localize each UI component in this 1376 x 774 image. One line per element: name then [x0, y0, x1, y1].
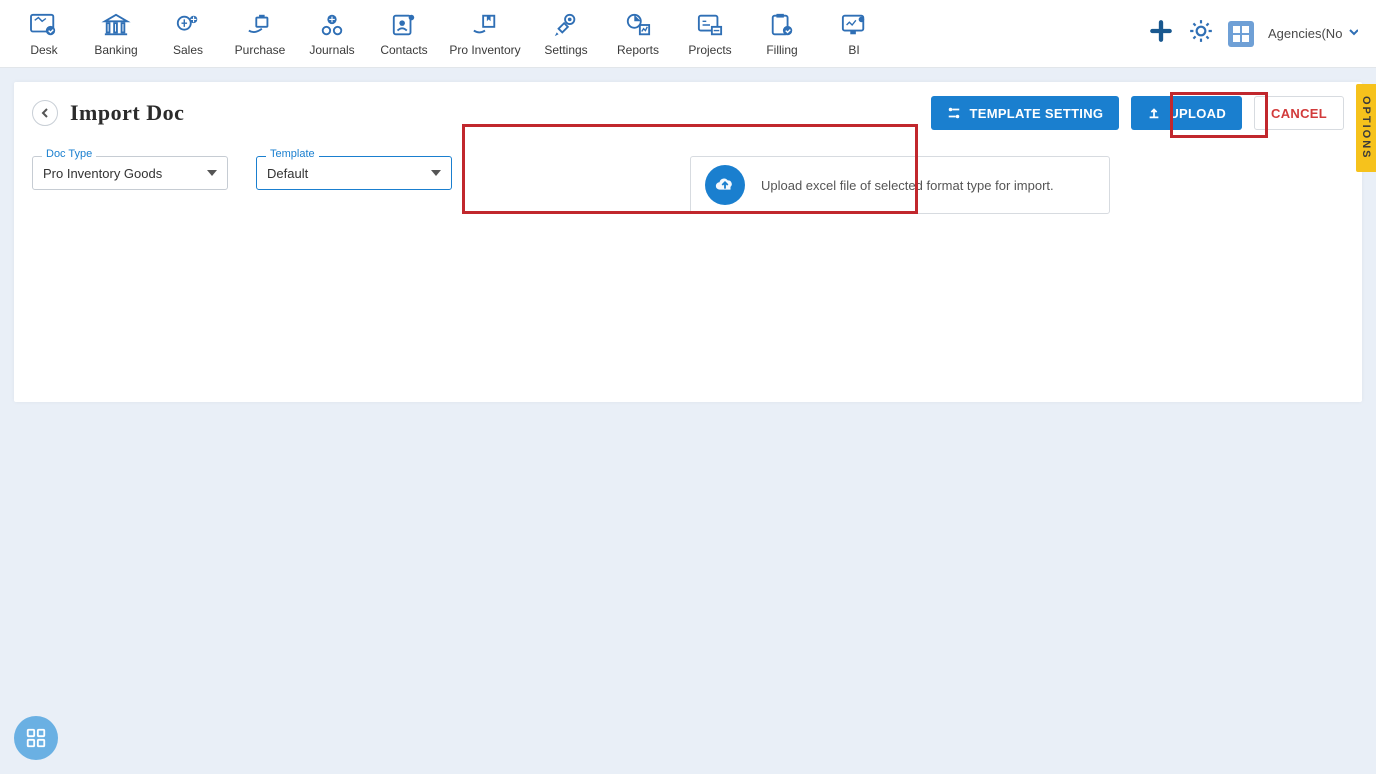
- caret-down-icon: [207, 170, 217, 176]
- chevron-down-icon: [1348, 26, 1358, 41]
- options-tab[interactable]: OPTIONS: [1356, 84, 1376, 172]
- field-label: Template: [266, 148, 319, 160]
- filling-icon: [766, 11, 798, 39]
- sliders-icon: [947, 106, 961, 120]
- nav-item-sales[interactable]: Sales: [152, 5, 224, 63]
- nav-label: Journals: [309, 43, 354, 57]
- nav-label: Reports: [617, 43, 659, 57]
- field-value: Pro Inventory Goods: [43, 166, 162, 181]
- button-label: CANCEL: [1271, 106, 1327, 121]
- purchase-icon: [244, 11, 276, 39]
- bank-icon: [100, 11, 132, 39]
- nav-label: Filling: [766, 43, 797, 57]
- nav-item-banking[interactable]: Banking: [80, 5, 152, 63]
- nav-label: Desk: [30, 43, 57, 57]
- nav-item-bi[interactable]: BI: [818, 5, 890, 63]
- nav-label: Contacts: [380, 43, 427, 57]
- nav-item-pro-inventory[interactable]: Pro Inventory: [440, 5, 530, 63]
- nav-item-purchase[interactable]: Purchase: [224, 5, 296, 63]
- contacts-icon: [388, 11, 420, 39]
- top-navigation: Desk Banking Sales Purchase Journals: [0, 0, 1376, 68]
- org-name: Agencies(No: [1268, 26, 1342, 41]
- nav-label: Purchase: [235, 43, 286, 57]
- options-label: OPTIONS: [1360, 96, 1372, 160]
- add-button[interactable]: [1148, 18, 1174, 49]
- calculator-button[interactable]: [1228, 21, 1254, 47]
- caret-down-icon: [431, 170, 441, 176]
- inventory-icon: [469, 11, 501, 39]
- nav-item-contacts[interactable]: Contacts: [368, 5, 440, 63]
- nav-item-desk[interactable]: Desk: [8, 5, 80, 63]
- reports-icon: [622, 11, 654, 39]
- field-label: Doc Type: [42, 148, 96, 160]
- upload-dropzone[interactable]: Upload excel file of selected format typ…: [690, 156, 1110, 214]
- projects-icon: [694, 11, 726, 39]
- main-card: Import Doc TEMPLATE SETTING UPLOAD CANCE…: [14, 82, 1362, 402]
- settings-icon: [550, 11, 582, 39]
- field-value: Default: [267, 166, 308, 181]
- doc-type-field[interactable]: Doc Type Pro Inventory Goods: [32, 156, 228, 190]
- desk-icon: [28, 11, 60, 39]
- upload-icon: [1147, 106, 1161, 120]
- nav-label: Projects: [688, 43, 731, 57]
- nav-items: Desk Banking Sales Purchase Journals: [8, 5, 890, 63]
- cloud-upload-icon: [705, 165, 745, 205]
- upload-button[interactable]: UPLOAD: [1131, 96, 1242, 130]
- nav-item-settings[interactable]: Settings: [530, 5, 602, 63]
- nav-item-reports[interactable]: Reports: [602, 5, 674, 63]
- cancel-button[interactable]: CANCEL: [1254, 96, 1344, 130]
- nav-right: Agencies(No: [1148, 18, 1368, 49]
- bi-icon: [838, 11, 870, 39]
- nav-label: BI: [848, 43, 859, 57]
- back-button[interactable]: [32, 100, 58, 126]
- page-title: Import Doc: [70, 100, 184, 126]
- upload-message: Upload excel file of selected format typ…: [761, 178, 1054, 193]
- sales-icon: [172, 11, 204, 39]
- template-field[interactable]: Template Default: [256, 156, 452, 190]
- nav-label: Settings: [544, 43, 587, 57]
- settings-button[interactable]: [1188, 18, 1214, 49]
- nav-item-projects[interactable]: Projects: [674, 5, 746, 63]
- button-label: UPLOAD: [1169, 106, 1226, 121]
- nav-label: Banking: [94, 43, 137, 57]
- button-label: TEMPLATE SETTING: [969, 106, 1103, 121]
- nav-item-filling[interactable]: Filling: [746, 5, 818, 63]
- template-setting-button[interactable]: TEMPLATE SETTING: [931, 96, 1119, 130]
- org-selector[interactable]: Agencies(No: [1268, 26, 1358, 41]
- nav-label: Pro Inventory: [449, 43, 520, 57]
- grid-icon: [25, 727, 47, 749]
- nav-label: Sales: [173, 43, 203, 57]
- apps-fab[interactable]: [14, 716, 58, 760]
- nav-item-journals[interactable]: Journals: [296, 5, 368, 63]
- journals-icon: [316, 11, 348, 39]
